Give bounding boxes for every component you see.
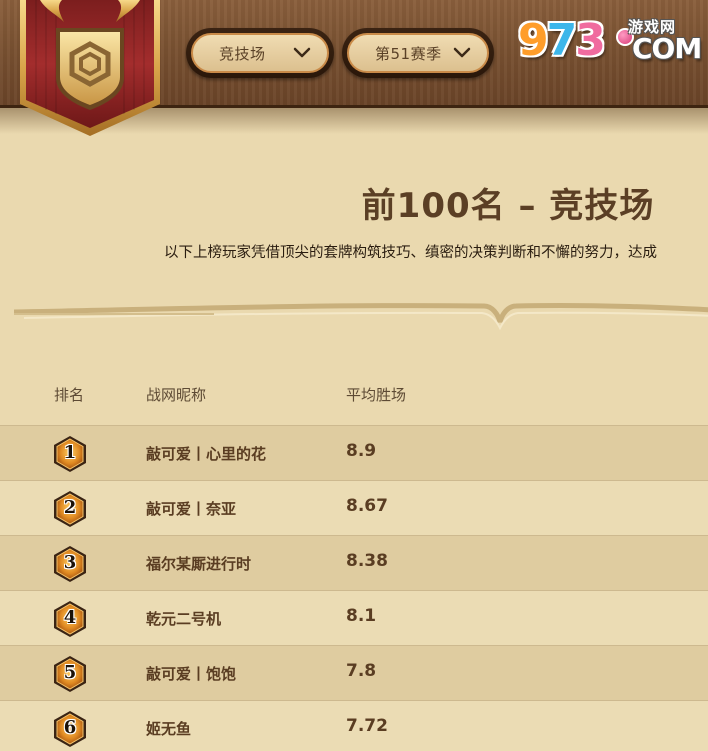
avg-wins-value: 8.1 xyxy=(346,606,377,626)
table-row: 1 敲可爱丨心里的花 8.9 xyxy=(0,425,708,480)
logo-digit: 9 xyxy=(518,15,549,66)
hexagon-rank-badge-icon: 2 xyxy=(52,490,88,528)
player-name: 福尔某厮进行时 xyxy=(146,555,252,573)
rank-number: 1 xyxy=(63,442,77,463)
chevron-down-icon xyxy=(293,47,311,58)
logo-digit: 7 xyxy=(546,15,578,66)
player-name: 姬无鱼 xyxy=(146,720,192,738)
table-row: 3 福尔某厮进行时 8.38 xyxy=(0,535,708,590)
table-row: 4 乾元二号机 8.1 xyxy=(0,590,708,645)
avg-wins-value: 8.9 xyxy=(346,441,377,461)
season-dropdown-label: 第51赛季 xyxy=(375,44,442,63)
mode-dropdown-label: 竞技场 xyxy=(219,44,266,63)
player-name: 敲可爱丨奈亚 xyxy=(146,500,237,518)
page: 竞技场 第51赛季 973 游戏网 COM 前100名 – 竞技场 以下上榜玩家… xyxy=(0,0,708,751)
logo-digit: 3 xyxy=(575,15,606,66)
logo-digits: 973 xyxy=(518,15,606,66)
column-header-avg-wins: 平均胜场 xyxy=(346,386,407,404)
hexagon-rank-badge-icon: 6 xyxy=(52,710,88,748)
rank-number: 6 xyxy=(63,717,77,738)
season-dropdown[interactable]: 第51赛季 xyxy=(342,28,494,78)
rank-number: 2 xyxy=(63,497,77,518)
site-logo: 973 游戏网 COM xyxy=(512,10,708,70)
hexagon-rank-badge-icon: 5 xyxy=(52,655,88,693)
leaderboard-table: 排名 战网昵称 平均胜场 1 敲可爱丨心里的花 8.9 2 敲可爱丨奈亚 8.6… xyxy=(0,368,708,751)
season-dropdown-field[interactable]: 第51赛季 xyxy=(347,33,489,73)
column-header-name: 战网昵称 xyxy=(146,386,207,404)
rank-number: 5 xyxy=(63,662,77,683)
player-name: 乾元二号机 xyxy=(146,610,222,628)
hexagon-rank-badge-icon: 3 xyxy=(52,545,88,583)
table-body: 1 敲可爱丨心里的花 8.9 2 敲可爱丨奈亚 8.67 3 福尔某厮进行时 8… xyxy=(0,425,708,751)
mode-dropdown[interactable]: 竞技场 xyxy=(186,28,334,78)
hexagon-rank-badge-icon: 4 xyxy=(52,600,88,638)
table-row: 2 敲可爱丨奈亚 8.67 xyxy=(0,480,708,535)
rank-number: 3 xyxy=(63,552,77,573)
column-header-rank: 排名 xyxy=(54,386,85,404)
ornamental-divider xyxy=(14,302,708,331)
avg-wins-value: 8.67 xyxy=(346,496,388,516)
arena-emblem-icon xyxy=(16,0,164,140)
hexagon-rank-badge-icon: 1 xyxy=(52,435,88,473)
table-row: 5 敲可爱丨饱饱 7.8 xyxy=(0,645,708,700)
table-row: 6 姬无鱼 7.72 xyxy=(0,700,708,751)
rank-number: 4 xyxy=(63,607,77,628)
avg-wins-value: 7.8 xyxy=(346,661,377,681)
avg-wins-value: 8.38 xyxy=(346,551,388,571)
chevron-down-icon xyxy=(453,47,471,58)
player-name: 敲可爱丨饱饱 xyxy=(146,665,237,683)
avg-wins-value: 7.72 xyxy=(346,716,388,736)
player-name: 敲可爱丨心里的花 xyxy=(146,445,267,463)
page-title: 前100名 – 竞技场 xyxy=(361,186,655,226)
logo-domain: COM xyxy=(632,32,702,65)
table-header: 排名 战网昵称 平均胜场 xyxy=(0,368,708,425)
page-subtitle: 以下上榜玩家凭借顶尖的套牌构筑技巧、缜密的决策判断和不懈的努力，达成 xyxy=(164,245,657,261)
mode-dropdown-field[interactable]: 竞技场 xyxy=(191,33,329,73)
